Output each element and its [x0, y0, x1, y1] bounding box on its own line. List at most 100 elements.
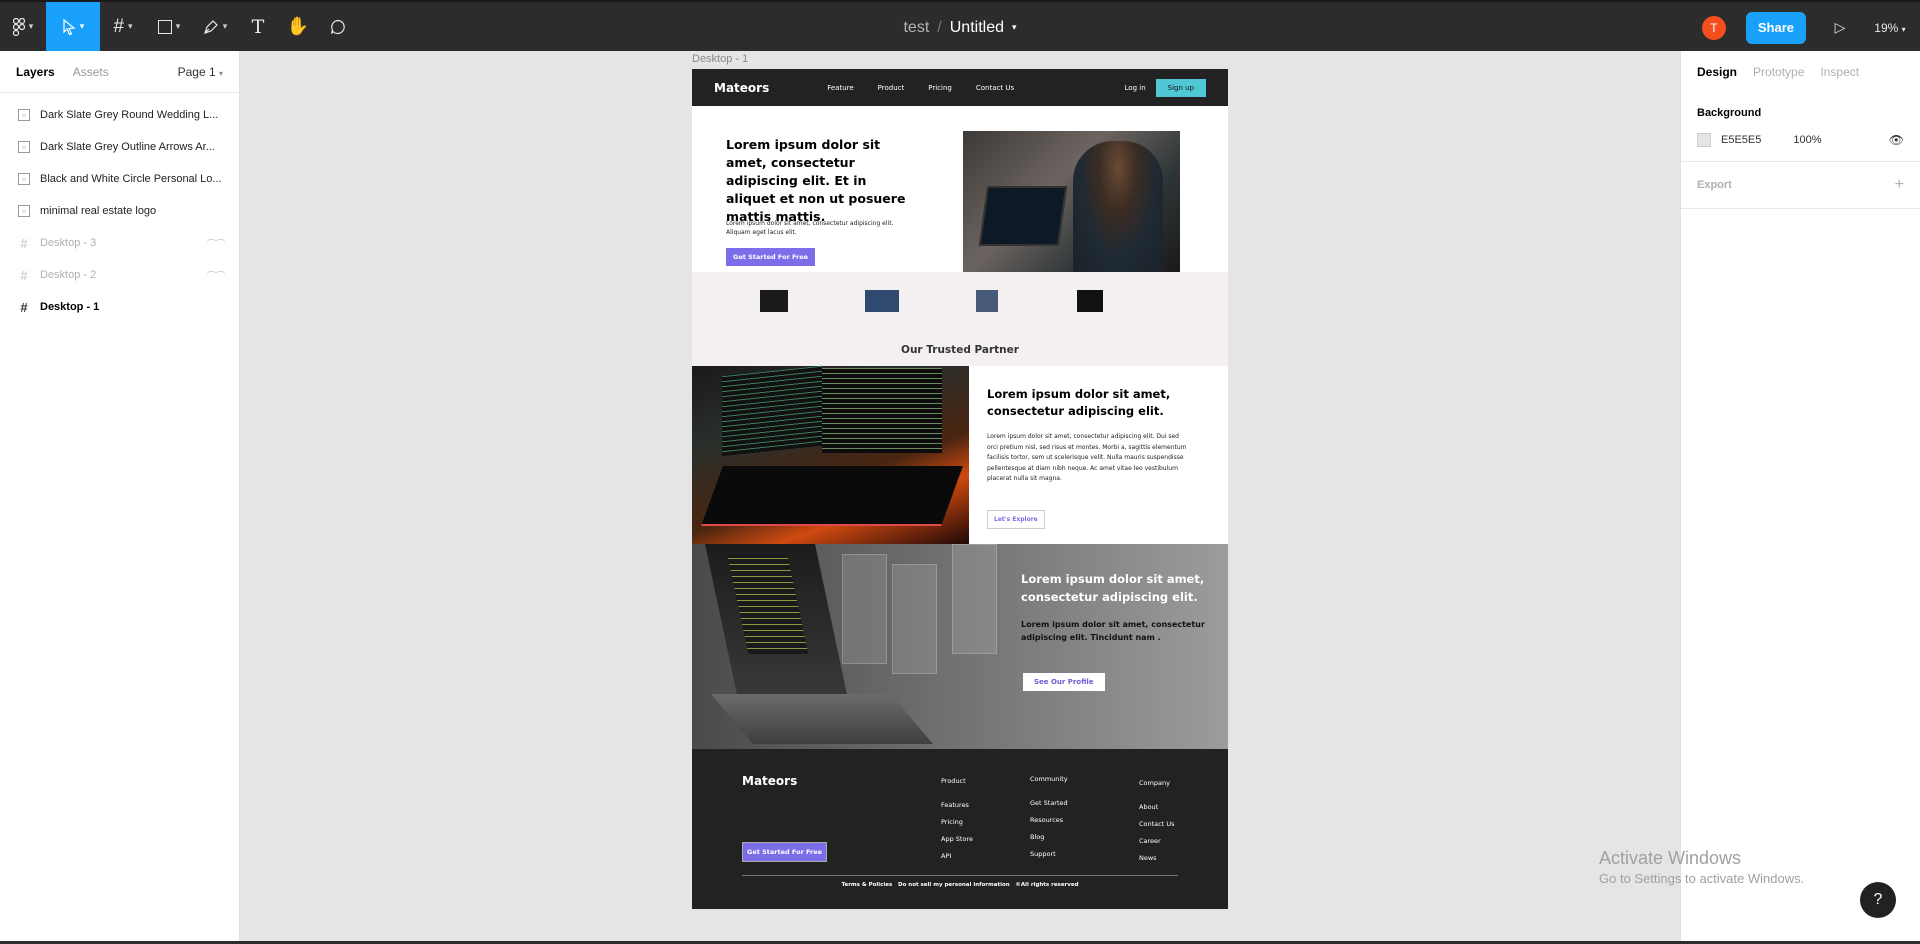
footer-link[interactable]: API [941, 852, 973, 860]
footer-link[interactable]: Features [941, 801, 973, 809]
footer-link[interactable]: Pricing [941, 818, 973, 826]
footer-link[interactable]: Contact Us [1139, 820, 1175, 828]
background-label: Background [1697, 107, 1762, 119]
hidden-eye-icon[interactable]: ⌒⌒ [207, 237, 225, 250]
partners-title: Our Trusted Partner [901, 344, 1019, 356]
hero-image [963, 131, 1180, 272]
layers-panel: Layers Assets Page 1 ▾ ▫ Dark Slate Grey … [0, 51, 240, 944]
add-export-icon[interactable]: + [1895, 176, 1904, 194]
footer-divider [742, 875, 1178, 876]
frame-tool-icon[interactable]: # ▾ [100, 2, 146, 51]
image-icon: ▫ [18, 173, 30, 185]
site-navbar: Mateors Feature Product Pricing Contact … [692, 69, 1228, 106]
avatar[interactable]: T [1701, 15, 1726, 40]
comment-tool-icon[interactable] [318, 2, 358, 51]
layer-name: Dark Slate Grey Round Wedding L... [40, 109, 219, 121]
footer-column: Community Get Started Resources Blog Sup… [1030, 775, 1068, 867]
signup-button[interactable]: Sign up [1155, 78, 1206, 97]
background-section: Background E5E5E5 100% 👁 [1681, 93, 1920, 162]
watermark-title: Activate Windows [1599, 848, 1742, 868]
layer-item[interactable]: ▫ Dark Slate Grey Round Wedding L... [0, 99, 239, 131]
layer-item[interactable]: # Desktop - 3 ⌒⌒ [0, 227, 239, 259]
chevron-down-icon[interactable]: ▾ [1012, 22, 1017, 33]
eye-icon[interactable]: 👁 [1889, 133, 1904, 147]
frame-label[interactable]: Desktop - 1 [692, 53, 748, 65]
export-section: Export + [1681, 162, 1920, 209]
tab-layers[interactable]: Layers [16, 65, 55, 79]
frame-icon: # [20, 299, 28, 315]
layer-name: Desktop - 2 [40, 269, 97, 281]
code-laptop-image [692, 365, 969, 544]
explore-button[interactable]: Let's Explore [987, 510, 1045, 529]
color-swatch[interactable] [1697, 133, 1711, 147]
profile-section: Lorem ipsum dolor sit amet, consectetur … [692, 544, 1228, 749]
footer-link[interactable]: Career [1139, 837, 1175, 845]
footer-column: Company About Contact Us Career News [1139, 779, 1175, 871]
tab-assets[interactable]: Assets [73, 65, 109, 79]
feature-section: Lorem ipsum dolor sit amet, consectetur … [692, 365, 1228, 544]
partners-section: Our Trusted Partner [692, 272, 1228, 366]
windows-watermark: Activate Windows Go to Settings to activ… [1599, 848, 1804, 886]
tab-design[interactable]: Design [1697, 65, 1737, 79]
design-panel: Design Prototype Inspect Background E5E5… [1680, 51, 1920, 944]
footer-link[interactable]: Support [1030, 850, 1068, 858]
zoom-level: 19% [1874, 20, 1899, 35]
tab-inspect[interactable]: Inspect [1820, 65, 1859, 79]
footer-link[interactable]: About [1139, 803, 1175, 811]
site-logo: Mateors [714, 80, 770, 95]
desktop-frame[interactable]: Mateors Feature Product Pricing Contact … [692, 69, 1228, 909]
partner-logo [1077, 290, 1103, 312]
shape-tool-icon[interactable]: ▾ [146, 2, 192, 51]
nav-link[interactable]: Contact Us [976, 84, 1014, 92]
hero-cta-button[interactable]: Get Started For Free [726, 248, 816, 266]
page-selector[interactable]: Page 1 ▾ [178, 65, 223, 79]
tab-prototype[interactable]: Prototype [1753, 65, 1804, 79]
footer-link[interactable]: News [1139, 854, 1175, 862]
footer-column-heading: Product [941, 777, 966, 785]
layer-item[interactable]: ▫ Black and White Circle Personal Lo... [0, 163, 239, 195]
footer-cta-button[interactable]: Get Started For Free [742, 842, 828, 862]
title-separator: / [937, 18, 942, 36]
hidden-eye-icon[interactable]: ⌒⌒ [207, 269, 225, 282]
footer-link[interactable]: App Store [941, 835, 973, 843]
present-play-icon[interactable]: ▷ [1820, 19, 1860, 36]
move-tool-icon[interactable]: ▾ [46, 2, 100, 51]
footer-link[interactable]: Resources [1030, 816, 1068, 824]
hero-heading: Lorem ipsum dolor sit amet, consectetur … [726, 137, 906, 224]
background-hex[interactable]: E5E5E5 [1721, 134, 1761, 146]
feature-body: Lorem ipsum dolor sit amet, consectetur … [987, 433, 1187, 482]
project-name[interactable]: test [903, 19, 929, 37]
frame-icon: # [20, 235, 28, 251]
page-name: Page 1 [177, 64, 216, 79]
nav-link[interactable]: Pricing [928, 84, 952, 92]
footer-link[interactable]: Get Started [1030, 799, 1068, 807]
footer-link[interactable]: Blog [1030, 833, 1068, 841]
toolbar: ▾ ▾ # ▾ ▾ ▾ T ✋ test / Untitled ▾ T Share… [0, 0, 1920, 51]
nav-link[interactable]: Product [878, 84, 905, 92]
footer-column-heading: Community [1030, 775, 1068, 783]
site-footer: Mateors Get Started For Free Product Fea… [692, 749, 1228, 909]
watermark-subtitle: Go to Settings to activate Windows. [1599, 871, 1805, 886]
image-icon: ▫ [18, 205, 30, 217]
figma-menu-icon[interactable]: ▾ [0, 2, 46, 51]
layer-item[interactable]: ▫ minimal real estate logo [0, 195, 239, 227]
zoom-menu[interactable]: 19% ▾ [1860, 21, 1920, 35]
layer-name: Dark Slate Grey Outline Arrows Ar... [40, 141, 215, 153]
layer-name: Desktop - 1 [40, 301, 100, 313]
pen-tool-icon[interactable]: ▾ [192, 2, 238, 51]
nav-link[interactable]: Feature [827, 84, 853, 92]
login-link[interactable]: Log in [1125, 84, 1146, 92]
layer-item[interactable]: ▫ Dark Slate Grey Outline Arrows Ar... [0, 131, 239, 163]
text-tool-icon[interactable]: T [238, 2, 278, 51]
layer-item[interactable]: # Desktop - 2 ⌒⌒ [0, 259, 239, 291]
profile-button[interactable]: See Our Profile [1023, 673, 1105, 691]
background-opacity[interactable]: 100% [1793, 134, 1821, 146]
hand-tool-icon[interactable]: ✋ [278, 2, 318, 51]
partner-logo [865, 290, 899, 312]
help-button[interactable]: ? [1860, 882, 1896, 918]
partner-logo [760, 290, 788, 312]
layer-item[interactable]: # Desktop - 1 [0, 291, 239, 323]
file-name[interactable]: Untitled [950, 19, 1004, 37]
share-button[interactable]: Share [1745, 11, 1806, 44]
profile-heading: Lorem ipsum dolor sit amet, consectetur … [1021, 572, 1205, 604]
